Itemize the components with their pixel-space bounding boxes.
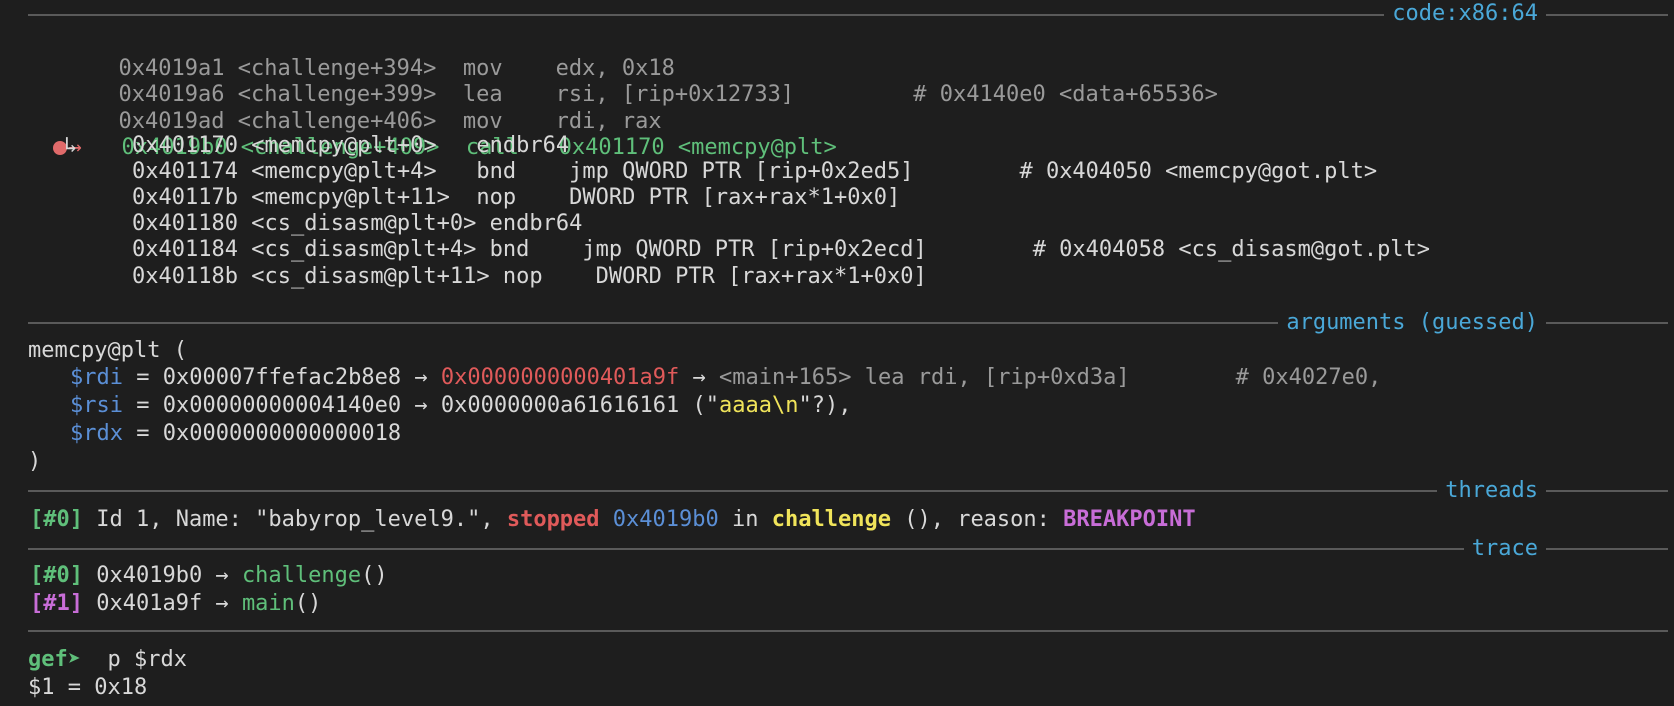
- arguments-close: ): [28, 449, 42, 474]
- command-output: $1 = 0x18: [28, 675, 148, 700]
- plt-line: 0x40118b <cs_disasm@plt+11> nop DWORD PT…: [132, 264, 927, 289]
- thread-line: [#0] Id 1, Name: "babyrop_level9.", stop…: [30, 507, 1196, 532]
- gef-prompt: gef➤: [28, 647, 81, 672]
- trace-section-title: trace: [1463, 535, 1546, 563]
- code-line: 0x4019a6 <challenge+399> lea rsi, [rip+0…: [118, 82, 1218, 107]
- arguments-section-title: arguments (guessed): [1278, 309, 1546, 337]
- trace-section-rule: [28, 548, 1668, 550]
- plt-line: 0x401184 <cs_disasm@plt+4> bnd jmp QWORD…: [132, 237, 1431, 262]
- plt-line: 0x401180 <cs_disasm@plt+0> endbr64: [132, 211, 583, 236]
- current-instruction-line: → 0x4019b0 <challenge+409> call 0x401170…: [26, 106, 837, 160]
- gef-prompt-line[interactable]: gef➤ p $rdx: [28, 646, 187, 674]
- plt-line: 0x40117b <memcpy@plt+11> nop DWORD PTR […: [132, 185, 901, 210]
- branch-arrow-icon: ↳: [64, 133, 78, 158]
- prompt-command: p $rdx: [80, 647, 187, 672]
- code-line: 0x4019a1 <challenge+394> mov edx, 0x18: [118, 56, 675, 81]
- trace-frame: [#1] 0x401a9f → main(): [30, 591, 322, 616]
- threads-section-title: threads: [1437, 477, 1546, 505]
- plt-line: 0x401170 <memcpy@plt+0> endbr64: [132, 133, 570, 158]
- context-end-rule: [28, 630, 1668, 632]
- arg-rsi: $rsi = 0x00000000004140e0 → 0x0000000a61…: [70, 393, 852, 418]
- code-section-title: code:x86:64: [1384, 0, 1546, 28]
- trace-frame: [#0] 0x4019b0 → challenge(): [30, 563, 388, 588]
- arg-rdx: $rdx = 0x0000000000000018: [70, 421, 402, 446]
- threads-section-rule: [28, 490, 1668, 492]
- arguments-call: memcpy@plt (: [28, 338, 187, 363]
- plt-line: 0x401174 <memcpy@plt+4> bnd jmp QWORD PT…: [132, 159, 1378, 184]
- code-line: 0x4019ad <challenge+406> mov rdi, rax: [118, 109, 662, 134]
- arg-rdi: $rdi = 0x00007ffefac2b8e8 → 0x0000000000…: [70, 365, 1382, 390]
